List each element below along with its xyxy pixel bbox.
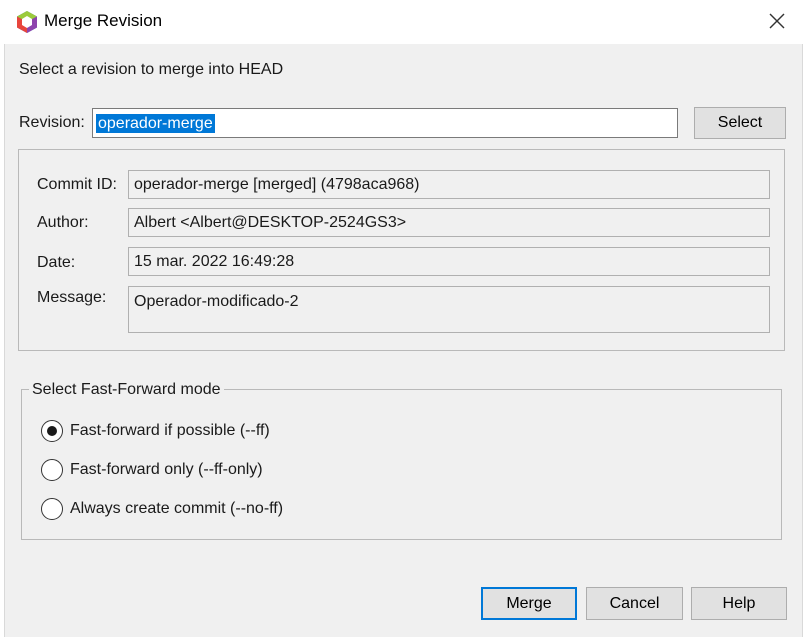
author-label: Author: (37, 214, 89, 231)
radio-ff[interactable]: Fast-forward if possible (--ff) (41, 419, 270, 443)
commit-id-field: operador-merge [merged] (4798aca968) (128, 170, 770, 199)
revision-input[interactable]: operador-merge (92, 108, 678, 138)
cancel-button[interactable]: Cancel (586, 587, 683, 620)
radio-button[interactable] (41, 459, 63, 481)
window-title: Merge Revision (44, 11, 163, 30)
dialog-description: Select a revision to merge into HEAD (19, 61, 284, 78)
author-field: Albert <Albert@DESKTOP-2524GS3> (128, 208, 770, 237)
close-icon (769, 13, 785, 29)
radio-ff-label: Fast-forward if possible (--ff) (70, 422, 270, 439)
select-button[interactable]: Select (694, 107, 786, 139)
message-label: Message: (37, 289, 107, 306)
revision-input-value: operador-merge (96, 113, 215, 133)
date-field: 15 mar. 2022 16:49:28 (128, 247, 770, 276)
merge-button[interactable]: Merge (481, 587, 577, 620)
date-label: Date: (37, 254, 76, 271)
radio-no-ff[interactable]: Always create commit (--no-ff) (41, 497, 283, 521)
ff-mode-title: Select Fast-Forward mode (29, 381, 224, 399)
revision-label: Revision: (19, 114, 85, 131)
help-button[interactable]: Help (691, 587, 787, 620)
commit-id-label: Commit ID: (37, 176, 117, 193)
radio-button[interactable] (41, 498, 63, 520)
close-button[interactable] (760, 4, 794, 38)
message-field: Operador-modificado-2 (128, 286, 770, 333)
radio-no-ff-label: Always create commit (--no-ff) (70, 500, 284, 517)
netbeans-cube-icon (16, 10, 38, 34)
radio-ff-only[interactable]: Fast-forward only (--ff-only) (41, 458, 263, 482)
radio-button-selected[interactable] (41, 420, 63, 442)
radio-ff-only-label: Fast-forward only (--ff-only) (70, 461, 263, 478)
